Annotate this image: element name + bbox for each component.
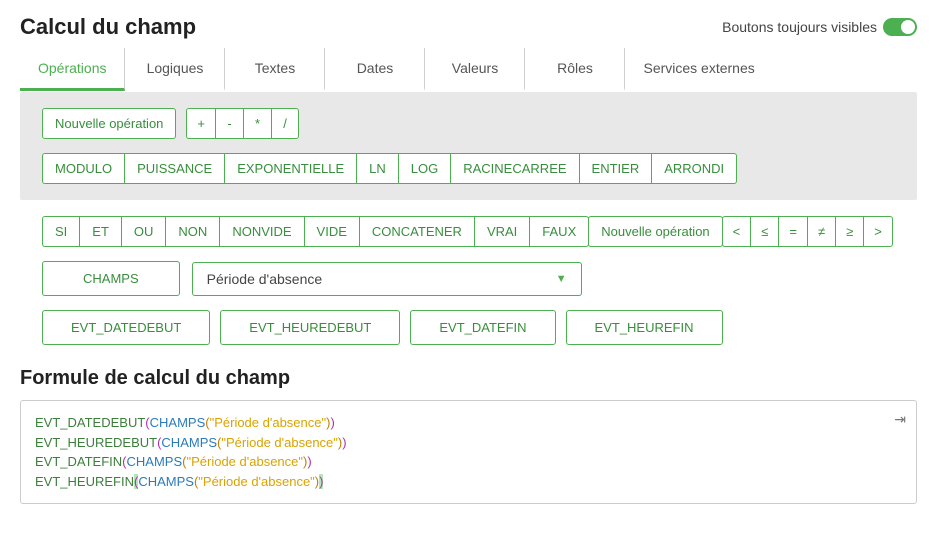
toggle-label: Boutons toujours visibles — [722, 19, 877, 35]
page-title: Calcul du champ — [20, 14, 196, 40]
expand-icon[interactable]: ⇥ — [894, 409, 906, 430]
logic-concatener[interactable]: CONCATENER — [359, 216, 474, 247]
op-[interactable]: - — [215, 108, 243, 139]
tab-opérations[interactable]: Opérations — [20, 48, 125, 91]
arith-operators: +-*/ — [186, 108, 299, 139]
new-operation-button[interactable]: Nouvelle opération — [42, 108, 176, 139]
cmp-[interactable]: < — [722, 216, 751, 247]
logic-vide[interactable]: VIDE — [304, 216, 359, 247]
func-racinecarree[interactable]: RACINECARREE — [450, 153, 578, 184]
logic-nonvide[interactable]: NONVIDE — [219, 216, 303, 247]
tab-dates[interactable]: Dates — [325, 48, 425, 91]
math-functions: MODULOPUISSANCEEXPONENTIELLELNLOGRACINEC… — [42, 153, 737, 184]
logic-vrai[interactable]: VRAI — [474, 216, 529, 247]
evt-evt_heurefin[interactable]: EVT_HEUREFIN — [566, 310, 723, 345]
cmp-[interactable]: > — [863, 216, 893, 247]
op-[interactable]: * — [243, 108, 271, 139]
logic-non[interactable]: NON — [165, 216, 219, 247]
field-select-value: Période d'absence — [207, 271, 323, 287]
toggle-buttons-visible[interactable] — [883, 18, 917, 36]
comparison-operators: <≤=≠≥> — [722, 216, 893, 247]
cmp-[interactable]: ≤ — [750, 216, 778, 247]
tab-valeurs[interactable]: Valeurs — [425, 48, 525, 91]
logic-faux[interactable]: FAUX — [529, 216, 589, 247]
logic-functions: SIETOUNONNONVIDEVIDECONCATENERVRAIFAUX — [42, 216, 589, 247]
formula-title: Formule de calcul du champ — [20, 367, 917, 390]
func-arrondi[interactable]: ARRONDI — [651, 153, 737, 184]
evt-evt_datefin[interactable]: EVT_DATEFIN — [410, 310, 555, 345]
logic-ou[interactable]: OU — [121, 216, 166, 247]
field-select[interactable]: Période d'absence ▼ — [192, 262, 582, 296]
tab-logiques[interactable]: Logiques — [125, 48, 225, 91]
evt-evt_heuredebut[interactable]: EVT_HEUREDEBUT — [220, 310, 400, 345]
logic-et[interactable]: ET — [79, 216, 121, 247]
new-operation-inline[interactable]: Nouvelle opération — [588, 216, 722, 247]
champs-button[interactable]: CHAMPS — [42, 261, 180, 296]
op-[interactable]: + — [186, 108, 215, 139]
cmp-[interactable]: ≠ — [807, 216, 835, 247]
tab-bar: OpérationsLogiquesTextesDatesValeursRôle… — [20, 48, 917, 92]
func-exponentielle[interactable]: EXPONENTIELLE — [224, 153, 356, 184]
new-op-inline-group: Nouvelle opération — [588, 216, 722, 247]
func-ln[interactable]: LN — [356, 153, 398, 184]
cmp-[interactable]: ≥ — [835, 216, 863, 247]
logic-si[interactable]: SI — [42, 216, 79, 247]
func-entier[interactable]: ENTIER — [579, 153, 652, 184]
event-functions: EVT_DATEDEBUT EVT_HEUREDEBUT EVT_DATEFIN EV… — [42, 310, 895, 345]
func-modulo[interactable]: MODULO — [42, 153, 124, 184]
func-log[interactable]: LOG — [398, 153, 450, 184]
formula-editor[interactable]: ⇥ EVT_DATEDEBUT(CHAMPS("Période d'absenc… — [20, 400, 917, 504]
tab-textes[interactable]: Textes — [225, 48, 325, 91]
chevron-down-icon: ▼ — [556, 273, 567, 285]
tab-rôles[interactable]: Rôles — [525, 48, 625, 91]
op-[interactable]: / — [271, 108, 299, 139]
evt-evt_datedebut[interactable]: EVT_DATEDEBUT — [42, 310, 210, 345]
tab-services-externes[interactable]: Services externes — [625, 48, 772, 91]
func-puissance[interactable]: PUISSANCE — [124, 153, 224, 184]
cmp-[interactable]: = — [778, 216, 807, 247]
